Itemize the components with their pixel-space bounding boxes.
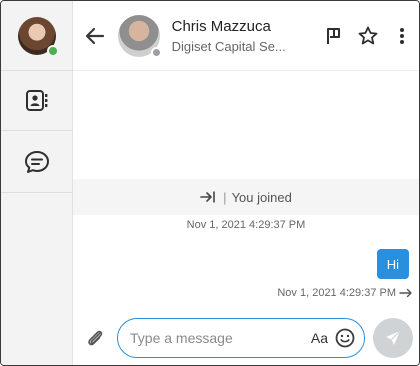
system-event-text: You joined (231, 189, 292, 205)
contact-avatar[interactable] (117, 14, 162, 58)
more-vertical-icon (400, 27, 404, 44)
conversation-area[interactable]: | You joined Nov 1, 2021 4:29:37 PM Hi N… (73, 71, 419, 311)
message-timestamp: Nov 1, 2021 4:29:37 PM (277, 287, 396, 299)
message-input[interactable] (130, 330, 305, 346)
contact-subtitle: Digiset Capital Se... (171, 38, 286, 54)
separator: | (223, 189, 227, 205)
message-input-box: Aa (117, 318, 365, 358)
chat-window: Chris Mazzuca Digiset Capital Se... | Yo… (0, 0, 420, 366)
flag-icon (327, 27, 340, 44)
paperclip-icon (88, 330, 103, 346)
emoji-icon (335, 328, 355, 348)
star-icon (358, 26, 378, 44)
system-event-timestamp: Nov 1, 2021 4:29:37 PM (186, 219, 306, 231)
back-button[interactable] (73, 1, 118, 71)
contact-name: Chris Mazzuca (171, 17, 271, 35)
emoji-button[interactable] (334, 327, 356, 349)
contact-info[interactable]: Chris Mazzuca Digiset Capital Se... (172, 18, 311, 54)
favorite-button[interactable] (351, 19, 385, 53)
contacts-icon (26, 89, 48, 111)
contact-presence-indicator (150, 46, 162, 58)
rail-item-contacts[interactable] (1, 71, 73, 131)
flag-button[interactable] (317, 19, 351, 53)
rail-item-chats[interactable] (1, 131, 73, 193)
chats-icon (25, 150, 49, 173)
more-options-button[interactable] (385, 19, 419, 53)
format-button[interactable]: Aa (311, 330, 328, 346)
user-avatar[interactable] (18, 16, 59, 57)
arrow-left-icon (86, 27, 105, 44)
message-composer: Aa (73, 311, 419, 365)
outgoing-message[interactable]: Hi (376, 249, 409, 279)
sent-arrow-icon (399, 288, 412, 298)
message-timestamp-row: Nov 1, 2021 4:29:37 PM (277, 287, 413, 299)
system-event-row: | You joined (73, 179, 419, 215)
send-icon (386, 330, 401, 345)
attach-button[interactable] (73, 327, 117, 349)
joined-arrow-icon (200, 191, 215, 203)
header-actions (317, 19, 419, 53)
send-button[interactable] (373, 318, 413, 358)
user-presence-indicator (47, 44, 59, 57)
message-text: Hi (386, 256, 399, 272)
left-rail (1, 1, 73, 365)
rail-profile[interactable] (1, 1, 73, 71)
chat-header: Chris Mazzuca Digiset Capital Se... (73, 1, 419, 71)
